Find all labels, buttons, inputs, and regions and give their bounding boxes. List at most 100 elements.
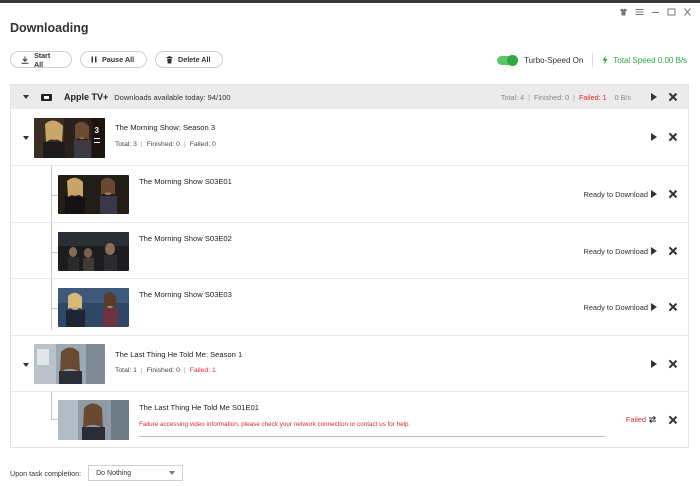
total-speed: Total Speed 0.00 B/s [602, 55, 687, 65]
menu-icon[interactable] [634, 7, 644, 17]
close-x-icon[interactable] [668, 303, 676, 311]
episode-actions [651, 247, 676, 255]
close-x-icon[interactable] [668, 133, 676, 141]
season-actions [651, 133, 676, 141]
close-x-icon[interactable] [668, 247, 676, 255]
season-failed: Failed: 0 [189, 141, 216, 148]
play-icon[interactable] [651, 247, 657, 255]
download-icon [21, 56, 29, 64]
episode-thumbnail [58, 232, 129, 271]
apple-tv-icon [41, 93, 52, 101]
maximize-icon[interactable] [666, 7, 676, 17]
episode-thumbnail [58, 175, 129, 214]
close-x-icon[interactable] [668, 190, 676, 198]
collapse-caret-icon[interactable] [23, 95, 29, 99]
turbo-speed-area: Turbo-Speed On Total Speed 0.00 B/s [497, 53, 687, 67]
downloads-available: Downloads available today: 94/100 [114, 92, 231, 102]
episode-status: Ready to Download [583, 303, 648, 312]
episode-status: Ready to Download [583, 247, 648, 256]
play-icon[interactable] [651, 190, 657, 198]
retry-icon[interactable] [648, 415, 657, 424]
play-icon[interactable] [651, 133, 657, 141]
season-finished: Finished: 0 [146, 367, 180, 374]
stat-separator: | [183, 141, 186, 148]
titlebar-strip [0, 0, 700, 3]
close-x-icon[interactable] [668, 360, 676, 368]
episode-row[interactable]: The Morning Show S03E01 Ready to Downloa… [11, 166, 688, 223]
window-controls [618, 7, 692, 17]
episode-actions [651, 303, 676, 311]
group-name: Apple TV+ [64, 92, 109, 102]
group-failed: Failed: 1 [579, 93, 607, 102]
episode-count-badge: 3 [94, 126, 99, 135]
completion-select[interactable]: Do Nothing [88, 465, 184, 481]
season-total: Total: 3 [115, 141, 137, 148]
episode-title: The Last Thing He Told Me S01E01 [139, 403, 260, 412]
season-failed: Failed: 1 [189, 367, 216, 374]
episode-row[interactable]: The Last Thing He Told Me S01E01 Failure… [11, 392, 688, 447]
episode-thumbnail [58, 400, 129, 440]
season-stats: Total: 3 | Finished: 0 | Failed: 0 [115, 141, 216, 148]
episode-actions [648, 415, 676, 424]
season-stats: Total: 1 | Finished: 0 | Failed: 1 [115, 367, 216, 374]
season-row[interactable]: The Last Thing He Told Me: Season 1 Tota… [11, 336, 688, 392]
pause-icon [91, 56, 97, 63]
start-all-button[interactable]: Start All [10, 50, 72, 69]
group-rate: 0 B/s [614, 93, 631, 102]
season-actions [651, 360, 676, 368]
group-stats: Total: 4 | Finished: 0 | Failed: 1 0 B/s [501, 93, 631, 102]
stat-separator: | [573, 93, 576, 102]
minimize-icon[interactable] [650, 7, 660, 17]
season-thumbnail [34, 344, 105, 384]
delete-all-label: Delete All [178, 55, 211, 64]
delete-all-button[interactable]: Delete All [155, 51, 223, 68]
episode-actions [651, 190, 676, 198]
completion-select-value: Do Nothing [96, 469, 132, 477]
error-message: Failure accessing video information, ple… [139, 421, 411, 428]
episode-title: The Morning Show S03E01 [139, 177, 232, 186]
season-row[interactable]: 3 The Morning Show: Season 3 Total: 3 | … [11, 109, 688, 166]
episode-status: Failed [625, 415, 646, 424]
divider [592, 53, 594, 67]
stat-separator: | [183, 367, 186, 374]
play-icon[interactable] [651, 360, 657, 368]
chevron-down-icon [169, 471, 176, 475]
close-icon[interactable] [682, 7, 692, 17]
total-speed-label: Total Speed 0.00 B/s [613, 55, 688, 65]
lightning-icon [602, 55, 608, 65]
episode-thumbnail [58, 288, 129, 327]
episode-title: The Morning Show S03E03 [139, 290, 232, 299]
stat-separator: | [528, 93, 530, 102]
episode-status: Ready to Download [583, 190, 648, 199]
play-icon[interactable] [651, 93, 657, 101]
group-actions [651, 93, 676, 101]
season-thumbnail: 3 [34, 118, 105, 158]
pause-all-button[interactable]: Pause All [80, 51, 147, 68]
collapse-caret-icon[interactable] [23, 136, 29, 140]
download-list: Apple TV+ Downloads available today: 94/… [10, 84, 689, 448]
group-total: Total: 4 [500, 93, 525, 102]
close-x-icon[interactable] [668, 416, 676, 424]
completion-label: Upon task completion: [10, 468, 82, 478]
close-x-icon[interactable] [668, 93, 676, 101]
season-title: The Morning Show: Season 3 [115, 123, 216, 132]
page-title: Downloading [10, 21, 89, 35]
trash-icon [166, 55, 173, 63]
episode-row[interactable]: The Morning Show S03E02 Ready to Downloa… [11, 223, 688, 279]
start-all-label: Start All [33, 50, 51, 69]
season-title: The Last Thing He Told Me: Season 1 [115, 350, 243, 359]
stat-separator: | [140, 367, 143, 374]
stat-separator: | [140, 141, 143, 148]
play-icon[interactable] [651, 303, 657, 311]
episode-title: The Morning Show S03E02 [139, 234, 232, 243]
season-finished: Finished: 0 [146, 141, 180, 148]
turbo-speed-toggle[interactable] [497, 54, 518, 66]
group-finished: Finished: 0 [533, 93, 570, 102]
shirt-icon[interactable] [618, 7, 628, 17]
season-total: Total: 1 [115, 367, 137, 374]
episode-row[interactable]: The Morning Show S03E03 Ready to Downloa… [11, 279, 688, 336]
progress-track [139, 436, 605, 437]
group-header-apple-tv: Apple TV+ Downloads available today: 94/… [11, 85, 688, 109]
pause-all-label: Pause All [102, 55, 135, 64]
collapse-caret-icon[interactable] [23, 363, 29, 367]
